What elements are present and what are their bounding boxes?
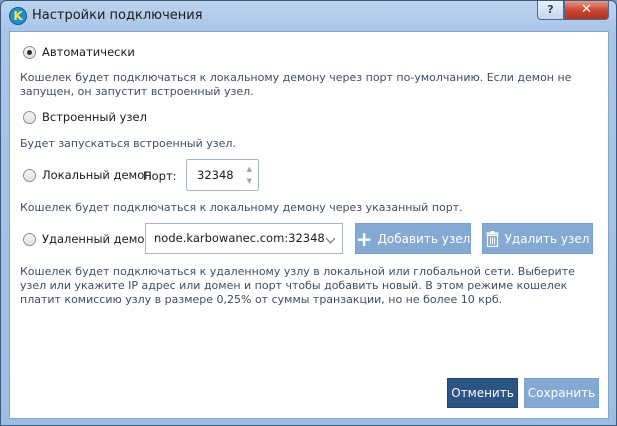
delete-node-label: Удалить узел <box>504 231 590 246</box>
option-embedded-label: Встроенный узел <box>42 110 147 124</box>
trash-icon <box>486 230 499 247</box>
help-button[interactable]: ? <box>537 1 564 20</box>
chevron-down-icon[interactable]: ▼ <box>247 178 252 185</box>
plus-icon: + <box>355 226 373 251</box>
port-label: Порт: <box>143 169 177 183</box>
close-button[interactable]: ✕ <box>564 1 609 20</box>
radio-local[interactable] <box>23 168 36 182</box>
window-title: Настройки подключения <box>32 8 203 23</box>
port-value: 32348 <box>197 168 234 182</box>
chevron-down-icon <box>325 233 336 244</box>
add-node-button[interactable]: + Добавить узел <box>355 223 471 254</box>
settings-panel: Автоматически Кошелек будет подключаться… <box>9 31 609 419</box>
option-automatic-label: Автоматически <box>42 45 135 59</box>
add-node-label: Добавить узел <box>377 231 471 246</box>
option-remote[interactable]: Удаленный демон <box>23 232 152 246</box>
radio-automatic[interactable] <box>23 45 36 59</box>
radio-remote[interactable] <box>23 232 36 246</box>
title-bar[interactable]: K Настройки подключения ? ✕ <box>1 1 616 31</box>
option-local[interactable]: Локальный демон <box>23 168 152 182</box>
port-stepper[interactable]: 32348 ▲ ▼ <box>186 159 259 191</box>
chevron-up-icon[interactable]: ▲ <box>247 166 252 173</box>
delete-node-button[interactable]: Удалить узел <box>482 223 593 254</box>
option-embedded[interactable]: Встроенный узел <box>23 110 147 124</box>
option-local-label: Локальный демон <box>42 168 152 182</box>
save-button[interactable]: Сохранить <box>524 378 599 408</box>
connection-settings-window: K Настройки подключения ? ✕ Автоматическ… <box>0 0 617 426</box>
node-select-value: node.karbowanec.com:32348 <box>154 231 325 245</box>
cancel-button[interactable]: Отменить <box>447 378 518 408</box>
option-remote-label: Удаленный демон <box>42 232 152 246</box>
automatic-description: Кошелек будет подключаться к локальному … <box>20 71 572 98</box>
remote-description: Кошелек будет подключаться к удаленному … <box>20 265 575 306</box>
app-logo-icon: K <box>9 7 27 25</box>
local-description: Кошелек будет подключаться к локальному … <box>20 201 463 214</box>
radio-embedded[interactable] <box>23 110 36 124</box>
option-automatic[interactable]: Автоматически <box>23 45 135 59</box>
node-select[interactable]: node.karbowanec.com:32348 <box>145 223 343 254</box>
embedded-description: Будет запускаться встроенный узел. <box>20 137 236 150</box>
